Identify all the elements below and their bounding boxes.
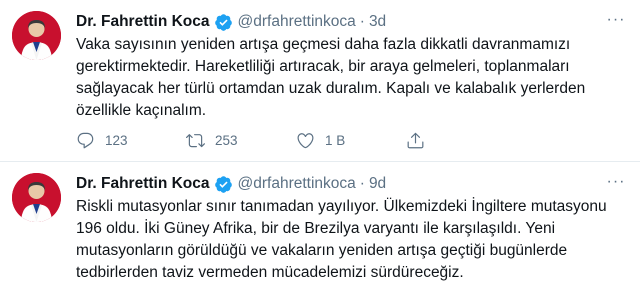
- tweet[interactable]: Dr. Fahrettin Koca @drfahrettinkoca · 9d…: [0, 162, 640, 281]
- avatar[interactable]: [12, 173, 61, 222]
- separator-dot: ·: [359, 13, 365, 30]
- author-handle[interactable]: @drfahrettinkoca: [238, 13, 356, 31]
- like-icon: [297, 132, 314, 148]
- tweet-text-line: 196 oldu. İki Güney Afrika, bir de Brezi…: [76, 220, 556, 237]
- retweet-icon: [186, 133, 205, 147]
- separator-dot: ·: [359, 175, 365, 192]
- reply-icon: [77, 132, 94, 148]
- tweet-header: Dr. Fahrettin Koca @drfahrettinkoca · 9d: [76, 173, 630, 195]
- retweet-count: 253: [215, 132, 238, 148]
- more-options-icon[interactable]: ···: [604, 8, 628, 32]
- avatar-image: [12, 11, 61, 60]
- verified-badge-icon: [214, 13, 233, 32]
- reply-count: 123: [105, 132, 128, 148]
- timestamp[interactable]: 3d: [369, 13, 386, 31]
- tweet-text-line: mutasyonların görüldüğü ve vakaların yen…: [76, 242, 568, 259]
- like-button[interactable]: 1 B: [296, 131, 406, 150]
- author-name[interactable]: Dr. Fahrettin Koca: [76, 13, 210, 31]
- author-name[interactable]: Dr. Fahrettin Koca: [76, 175, 210, 193]
- tweet-text-line: gerektirmektedir. Hareketliliği artıraca…: [76, 58, 570, 75]
- like-count: 1 B: [325, 132, 346, 148]
- share-icon: [407, 132, 424, 148]
- tweet-text-line: Vaka sayısının yeniden artışa geçmesi da…: [76, 36, 571, 53]
- reply-button[interactable]: 123: [76, 131, 186, 150]
- tweet[interactable]: Dr. Fahrettin Koca @drfahrettinkoca · 3d…: [0, 0, 640, 162]
- tweet-text-line: tedbirlerden taviz vermeden mücadelemizi…: [76, 264, 464, 281]
- tweet-actions: 123 253 1 B: [76, 128, 516, 152]
- more-options-icon[interactable]: ···: [604, 170, 628, 194]
- avatar-image: [12, 173, 61, 222]
- tweet-text: Vaka sayısının yeniden artışa geçmesi da…: [76, 34, 636, 122]
- retweet-button[interactable]: 253: [186, 131, 296, 150]
- tweet-text-line: sağlayacak her türlü ortamdan uzak dural…: [76, 80, 586, 97]
- share-button[interactable]: [406, 131, 516, 150]
- author-handle[interactable]: @drfahrettinkoca: [238, 175, 356, 193]
- tweet-text-line: özellikle kaçınalım.: [76, 102, 207, 119]
- avatar[interactable]: [12, 11, 61, 60]
- verified-badge-icon: [214, 175, 233, 194]
- tweet-text-line: Riskli mutasyonlar sınır tanımadan yayıl…: [76, 198, 607, 215]
- tweet-text: Riskli mutasyonlar sınır tanımadan yayıl…: [76, 196, 636, 284]
- tweet-header: Dr. Fahrettin Koca @drfahrettinkoca · 3d: [76, 11, 630, 33]
- timestamp[interactable]: 9d: [369, 175, 386, 193]
